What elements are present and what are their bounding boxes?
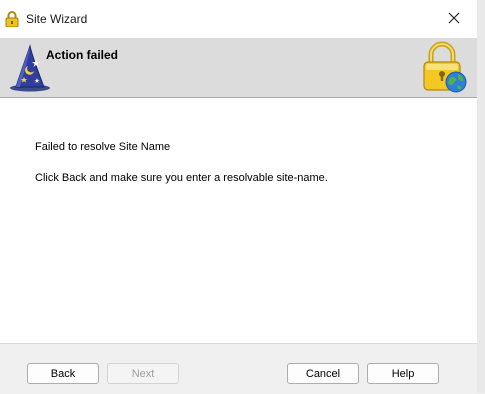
instruction-message: Click Back and make sure you enter a res… [35, 172, 328, 184]
site-wizard-window: Site Wizard Action failed Failed to reso… [0, 0, 478, 394]
window-edge [477, 0, 485, 393]
close-button[interactable] [431, 0, 477, 38]
title-bar: Site Wizard [0, 0, 477, 38]
wizard-header: Action failed [0, 38, 477, 98]
cancel-button[interactable]: Cancel [287, 363, 359, 384]
wizard-content: Failed to resolve Site Name Click Back a… [0, 98, 477, 342]
error-message: Failed to resolve Site Name [35, 141, 171, 153]
lock-globe-icon [421, 41, 467, 93]
next-button[interactable]: Next [107, 363, 179, 384]
window-title: Site Wizard [26, 12, 88, 26]
back-button[interactable]: Back [27, 363, 99, 384]
lock-icon [5, 11, 19, 28]
help-button[interactable]: Help [367, 363, 439, 384]
close-icon [448, 12, 460, 27]
header-title: Action failed [46, 48, 119, 62]
wizard-footer: Back Next Cancel Help [0, 343, 477, 394]
